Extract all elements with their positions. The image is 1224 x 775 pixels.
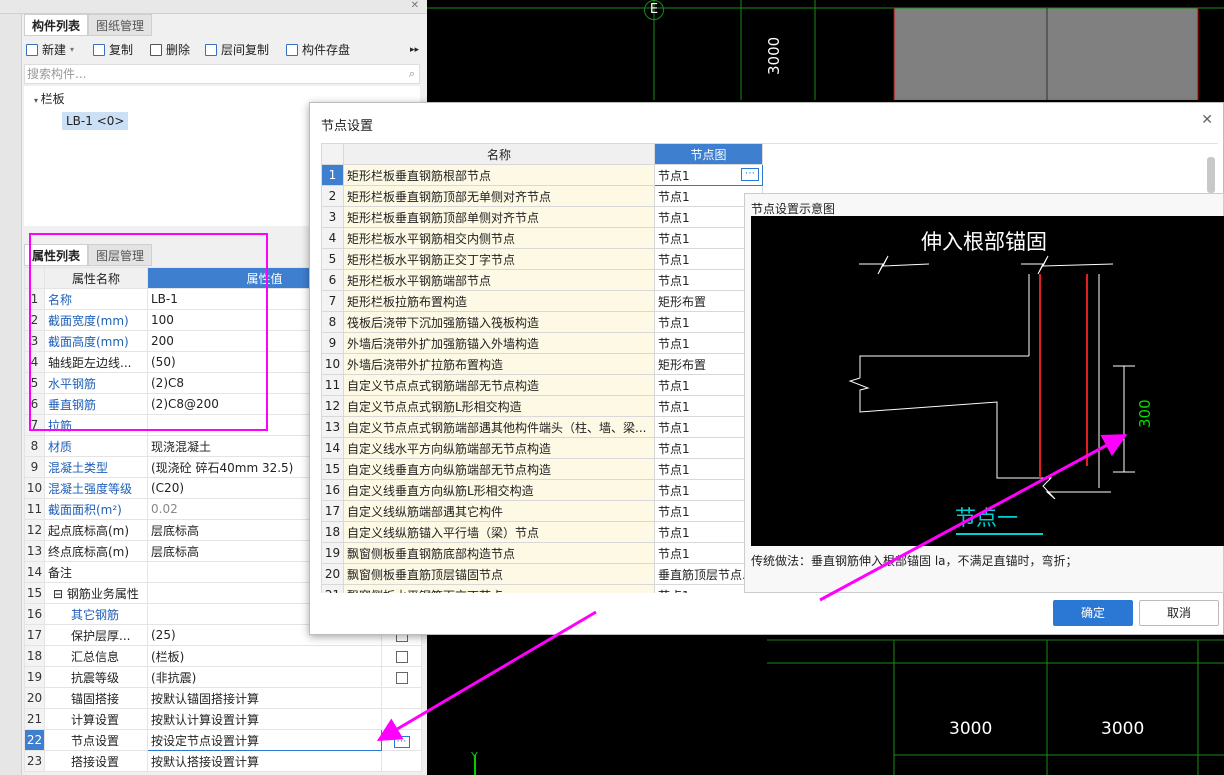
- annotation-arrow-1: [376, 610, 597, 742]
- annotation-arrow-2: [819, 434, 1128, 602]
- annotation-overlay: [376, 434, 1128, 742]
